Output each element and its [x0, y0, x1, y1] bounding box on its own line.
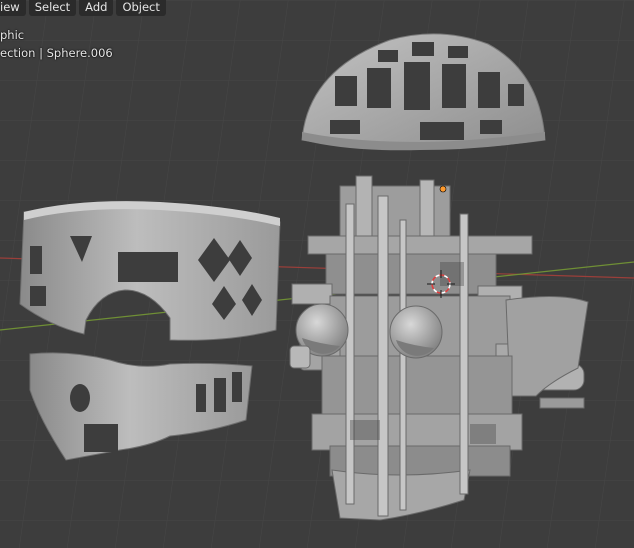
right-eye[interactable] [389, 305, 443, 359]
view-name-label: phic [0, 28, 25, 42]
viewport-header-menu: iew Select Add Object [0, 0, 166, 16]
menu-add[interactable]: Add [79, 0, 114, 16]
collection-info-label: ection | Sphere.006 [0, 46, 113, 60]
menu-select[interactable]: Select [28, 0, 77, 16]
viewport-canvas[interactable] [0, 0, 634, 548]
3d-viewport[interactable]: iew Select Add Object phic ection | Sphe… [0, 0, 634, 548]
object-origin-dot [439, 185, 447, 193]
menu-view[interactable]: iew [0, 0, 26, 16]
menu-object[interactable]: Object [116, 0, 166, 16]
